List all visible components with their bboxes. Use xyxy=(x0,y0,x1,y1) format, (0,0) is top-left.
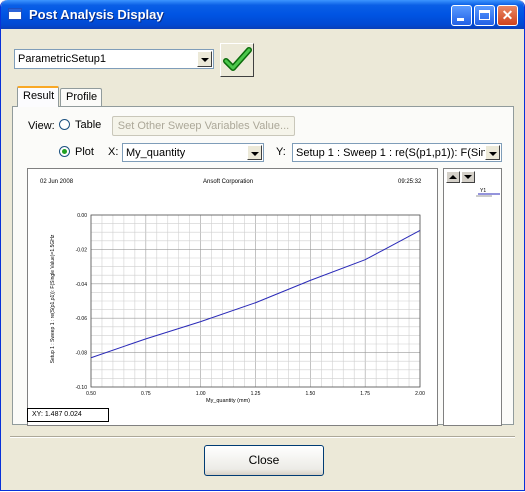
setup-select[interactable]: ParametricSetup1 xyxy=(14,49,214,69)
chevron-down-icon[interactable] xyxy=(485,145,500,160)
x-tick-label: 1.75 xyxy=(360,391,370,397)
maximize-button[interactable] xyxy=(474,5,495,26)
plot-area[interactable]: 02 Jun 2008 Ansoft Corporation 09:25:32 … xyxy=(27,168,438,426)
checkmark-icon xyxy=(223,47,252,71)
tab-result[interactable]: Result xyxy=(17,86,59,107)
legend-entry: Y1 xyxy=(480,188,486,194)
scroll-down-icon[interactable] xyxy=(461,171,475,183)
title-bar[interactable]: Post Analysis Display ✕ xyxy=(1,0,524,29)
close-window-button[interactable]: ✕ xyxy=(497,5,518,26)
y-tick-labels: 0.00-0.02-0.04-0.06-0.08-0.10 xyxy=(76,213,88,391)
x-tick-label: 1.00 xyxy=(196,391,206,397)
y-tick-label: -0.04 xyxy=(76,282,88,288)
y-tick-label: -0.02 xyxy=(76,247,88,253)
x-tick-label: 1.50 xyxy=(305,391,315,397)
plot-date: 02 Jun 2008 xyxy=(40,179,74,185)
table-radio-label[interactable]: Table xyxy=(75,119,101,131)
y-quantity-value: Setup 1 : Sweep 1 : re(S(p1,p1)): F(Sing xyxy=(296,147,486,159)
x-axis-title: My_quantity (mm) xyxy=(206,398,250,404)
plot-time: 09:25:32 xyxy=(398,179,422,185)
x-tick-labels: 0.50 0.75 1.00 1.25 1.50 1.75 2.00 xyxy=(86,391,425,397)
x-tick-label: 1.25 xyxy=(251,391,261,397)
tab-profile-label: Profile xyxy=(66,91,98,103)
y-tick-label: -0.08 xyxy=(76,351,88,357)
post-analysis-window: Post Analysis Display ✕ ParametricSetup1… xyxy=(0,0,525,491)
y-axis-title: Setup 1 : Sweep 1 : re(S(p1,p1)): F(Sing… xyxy=(50,234,56,363)
line-chart[interactable]: 02 Jun 2008 Ansoft Corporation 09:25:32 … xyxy=(28,169,437,425)
apply-button[interactable] xyxy=(220,43,254,77)
chart-grid xyxy=(90,214,421,388)
xy-readout: XY: 1.487 0.024 xyxy=(27,408,109,422)
minimize-button[interactable] xyxy=(451,5,472,26)
y-axis-label: Y: xyxy=(276,146,286,158)
plot-radio-label[interactable]: Plot xyxy=(75,146,94,158)
table-radio[interactable] xyxy=(59,119,70,130)
y-tick-label: -0.06 xyxy=(76,316,88,322)
plot-radio[interactable] xyxy=(59,146,70,157)
x-quantity-select[interactable]: My_quantity xyxy=(122,143,264,162)
x-axis-label: X: xyxy=(108,146,119,158)
tab-profile[interactable]: Profile xyxy=(60,88,102,107)
chevron-down-icon[interactable] xyxy=(247,145,262,160)
legend: Y1 xyxy=(476,188,500,197)
x-tick-label: 0.50 xyxy=(86,391,96,397)
view-label: View: xyxy=(28,120,55,132)
footer-divider xyxy=(10,436,515,438)
chevron-down-icon[interactable] xyxy=(197,51,212,67)
close-icon: ✕ xyxy=(501,7,514,23)
x-quantity-value: My_quantity xyxy=(126,147,186,159)
close-button[interactable]: Close xyxy=(204,445,324,476)
y-quantity-select[interactable]: Setup 1 : Sweep 1 : re(S(p1,p1)): F(Sing xyxy=(292,143,502,162)
window-icon xyxy=(8,8,22,20)
window-title: Post Analysis Display xyxy=(29,7,164,22)
y-tick-label: 0.00 xyxy=(77,213,87,219)
legend-panel: Y1 xyxy=(443,168,502,426)
x-tick-label: 2.00 xyxy=(415,391,425,397)
plot-company: Ansoft Corporation xyxy=(203,179,253,185)
x-tick-label: 0.75 xyxy=(141,391,151,397)
scroll-up-icon[interactable] xyxy=(446,171,460,183)
tab-result-label: Result xyxy=(23,90,55,102)
set-sweep-variables-button[interactable]: Set Other Sweep Variables Value... xyxy=(112,116,295,136)
setup-select-value: ParametricSetup1 xyxy=(18,53,107,65)
